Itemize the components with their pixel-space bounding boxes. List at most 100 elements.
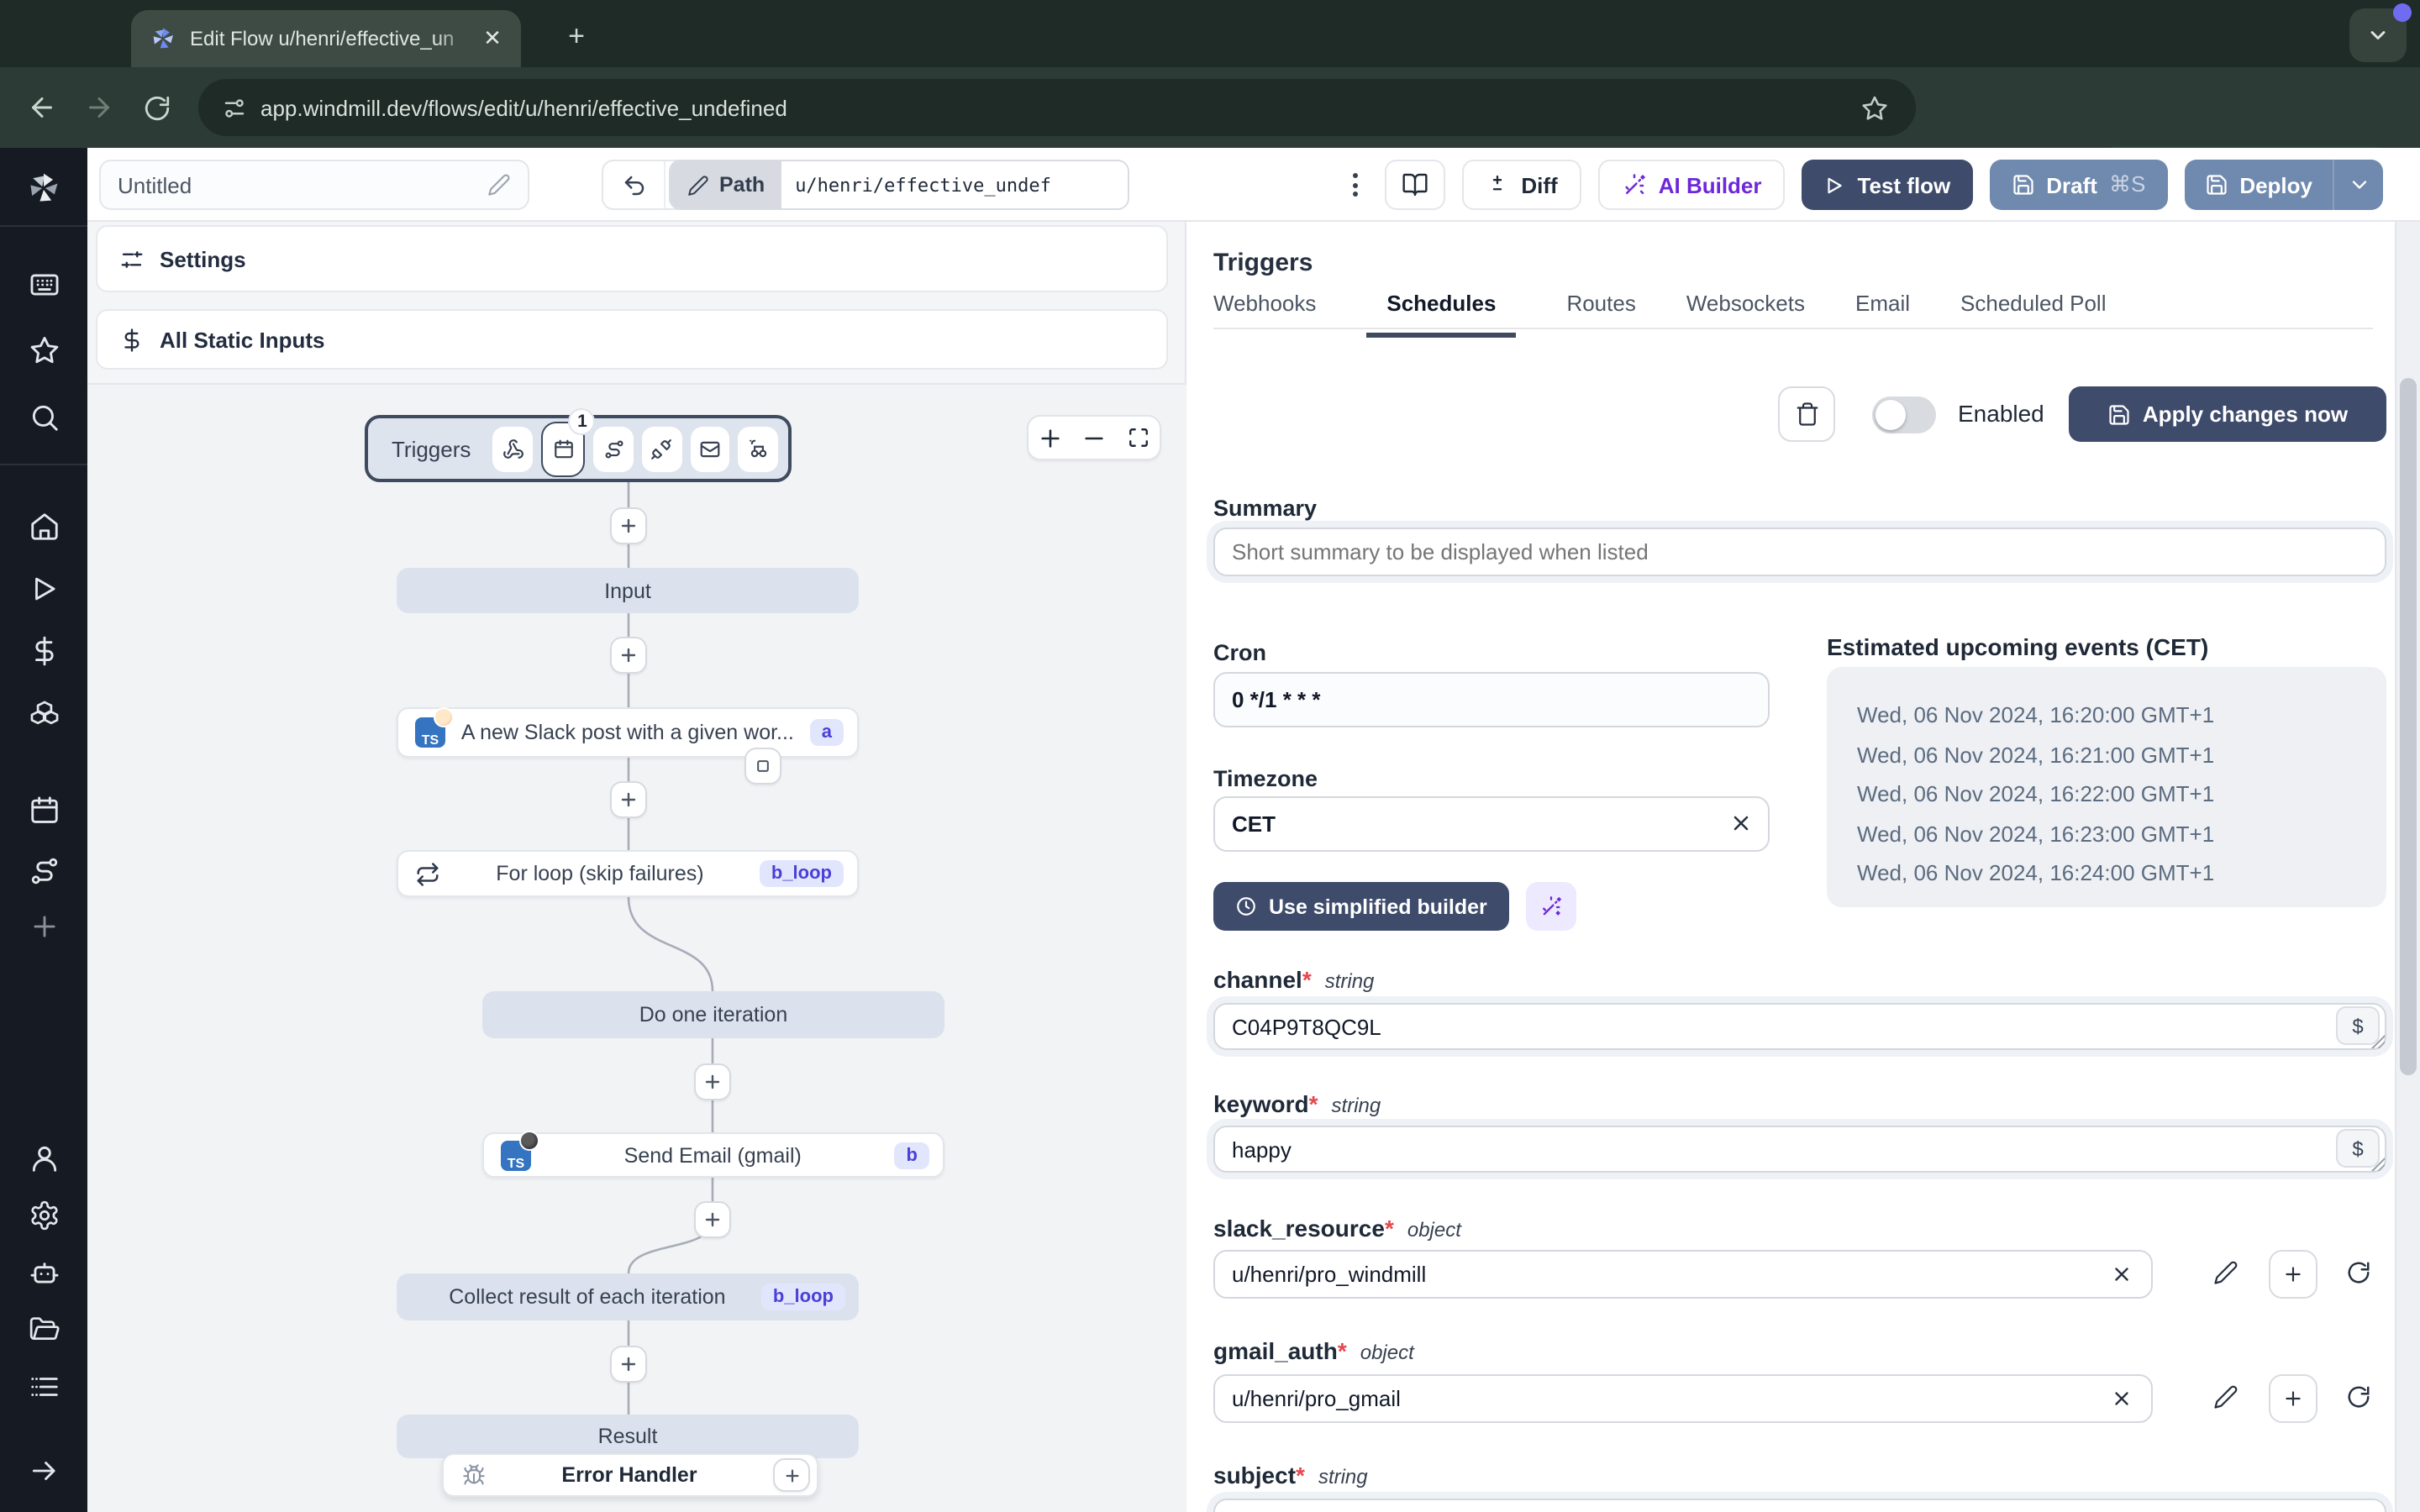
- insert-step-button[interactable]: [694, 1201, 731, 1238]
- deploy-button[interactable]: Deploy: [2184, 160, 2333, 210]
- undo-button[interactable]: [603, 161, 664, 208]
- bookmark-star-icon[interactable]: [1860, 93, 1889, 122]
- summary-input[interactable]: [1213, 528, 2386, 576]
- sidebar-item-search[interactable]: [0, 391, 87, 442]
- insert-step-button[interactable]: [694, 1063, 731, 1100]
- deploy-menu-button[interactable]: [2333, 160, 2383, 210]
- resize-handle[interactable]: [2370, 1156, 2385, 1171]
- tab-schedules[interactable]: Schedules: [1366, 291, 1517, 338]
- sidebar-item-routes[interactable]: [0, 845, 87, 895]
- keyword-input[interactable]: [1213, 1126, 2386, 1173]
- path-button[interactable]: Path: [671, 161, 782, 208]
- all-static-inputs-button[interactable]: All Static Inputs: [96, 309, 1168, 370]
- sidebar-item-folders[interactable]: [0, 1304, 87, 1354]
- tab-email[interactable]: Email: [1855, 291, 1910, 328]
- sidebar-item-workers[interactable]: [0, 1247, 87, 1297]
- sidebar-item-variables[interactable]: [0, 625, 87, 675]
- ai-builder-button[interactable]: AI Builder: [1597, 160, 1786, 210]
- url-bar[interactable]: app.windmill.dev/flows/edit/u/henri/effe…: [198, 79, 1916, 136]
- result-node[interactable]: Result: [397, 1415, 859, 1458]
- add-resource-button[interactable]: [2269, 1250, 2317, 1299]
- refresh-resource-icon[interactable]: [2346, 1384, 2371, 1410]
- do-one-iteration-node[interactable]: Do one iteration: [482, 991, 944, 1038]
- tab-scheduled-poll[interactable]: Scheduled Poll: [1960, 291, 2106, 328]
- node-action-button[interactable]: [744, 748, 781, 785]
- email-trigger-icon[interactable]: [690, 426, 730, 471]
- scrollbar-thumb[interactable]: [2400, 378, 2417, 1075]
- insert-step-button[interactable]: [610, 637, 647, 674]
- sidebar-item-home[interactable]: [0, 501, 87, 551]
- path-input[interactable]: [781, 161, 1128, 208]
- send-email-node[interactable]: TS Send Email (gmail) b: [482, 1130, 944, 1178]
- websocket-trigger-icon[interactable]: [642, 426, 682, 471]
- sidebar-item-favorites[interactable]: [0, 324, 87, 375]
- webhook-trigger-icon[interactable]: [492, 426, 533, 471]
- collect-result-node[interactable]: Collect result of each iteration b_loop: [397, 1273, 859, 1320]
- scheduled-poll-trigger-icon[interactable]: [738, 426, 779, 471]
- fit-view-icon[interactable]: [1128, 427, 1150, 449]
- tab-search-button[interactable]: [2349, 3, 2412, 62]
- sidebar-item-resources[interactable]: [0, 685, 87, 736]
- flow-settings-button[interactable]: Settings: [96, 225, 1168, 292]
- gmail-auth-input[interactable]: [1213, 1374, 2153, 1423]
- insert-step-button[interactable]: [610, 1346, 647, 1383]
- sidebar-item-settings[interactable]: [0, 1189, 87, 1240]
- delete-schedule-button[interactable]: [1778, 386, 1835, 442]
- schedule-trigger-icon[interactable]: 1: [540, 407, 596, 476]
- timezone-input[interactable]: [1213, 796, 1770, 852]
- add-error-handler-icon[interactable]: [773, 1458, 810, 1492]
- new-tab-button[interactable]: +: [555, 15, 598, 59]
- sidebar-item-add[interactable]: [0, 900, 87, 951]
- tab-websockets[interactable]: Websockets: [1686, 291, 1805, 328]
- zoom-out-icon[interactable]: [1083, 426, 1107, 449]
- subject-input[interactable]: [1213, 1499, 2386, 1512]
- flow-name-input[interactable]: Untitled: [99, 160, 529, 210]
- sidebar-item-apps[interactable]: [0, 259, 87, 309]
- sidebar-expand-icon[interactable]: [0, 1445, 87, 1495]
- slack-step-node[interactable]: TS A new Slack post with a given wor... …: [397, 707, 859, 758]
- for-loop-node[interactable]: For loop (skip failures) b_loop: [397, 850, 859, 897]
- docs-button[interactable]: [1385, 160, 1446, 210]
- zoom-in-icon[interactable]: [1039, 426, 1062, 449]
- windmill-logo[interactable]: [0, 165, 87, 212]
- resize-handle[interactable]: [2370, 1033, 2385, 1048]
- sidebar-item-runs[interactable]: [0, 563, 87, 613]
- apply-changes-button[interactable]: Apply changes now: [2069, 386, 2386, 442]
- more-options-icon[interactable]: [1346, 166, 1365, 203]
- ai-cron-button[interactable]: [1526, 882, 1576, 931]
- sidebar-item-logs[interactable]: [0, 1361, 87, 1411]
- edit-resource-icon[interactable]: [2213, 1260, 2238, 1285]
- cron-input[interactable]: [1213, 672, 1770, 727]
- input-node[interactable]: Input: [397, 568, 859, 613]
- route-trigger-icon[interactable]: [593, 426, 634, 471]
- diff-button[interactable]: Diff: [1462, 160, 1581, 210]
- enabled-toggle[interactable]: [1872, 396, 1936, 433]
- flow-graph[interactable]: Triggers 1 Input TS A new Slack post wit…: [87, 385, 1186, 1512]
- add-resource-button[interactable]: [2269, 1374, 2317, 1423]
- back-icon[interactable]: [13, 79, 71, 136]
- simplified-builder-button[interactable]: Use simplified builder: [1213, 882, 1509, 931]
- clear-timezone-icon[interactable]: [1729, 811, 1753, 835]
- sidebar-item-users[interactable]: [0, 1132, 87, 1183]
- clear-resource-icon[interactable]: [2111, 1263, 2133, 1285]
- insert-step-button[interactable]: [610, 507, 647, 544]
- forward-icon[interactable]: [71, 79, 128, 136]
- channel-input[interactable]: [1213, 1003, 2386, 1050]
- test-flow-button[interactable]: Test flow: [1802, 160, 1973, 210]
- tab-close-icon[interactable]: ✕: [477, 24, 508, 54]
- slack-resource-input[interactable]: [1213, 1250, 2153, 1299]
- sidebar-item-schedules[interactable]: [0, 785, 87, 835]
- reload-icon[interactable]: [128, 79, 185, 136]
- draft-button[interactable]: Draft ⌘S: [1989, 160, 2168, 210]
- vertical-scrollbar[interactable]: [2395, 222, 2420, 1512]
- site-settings-icon[interactable]: [222, 95, 247, 120]
- error-handler-node[interactable]: Error Handler: [442, 1453, 818, 1497]
- tab-webhooks[interactable]: Webhooks: [1213, 291, 1316, 328]
- edit-resource-icon[interactable]: [2213, 1384, 2238, 1410]
- clear-resource-icon[interactable]: [2111, 1388, 2133, 1410]
- tab-routes[interactable]: Routes: [1566, 291, 1635, 328]
- triggers-node[interactable]: Triggers 1: [365, 407, 792, 482]
- refresh-resource-icon[interactable]: [2346, 1260, 2371, 1285]
- insert-step-button[interactable]: [610, 781, 647, 818]
- browser-tab[interactable]: Edit Flow u/henri/effective_un ✕: [131, 10, 521, 67]
